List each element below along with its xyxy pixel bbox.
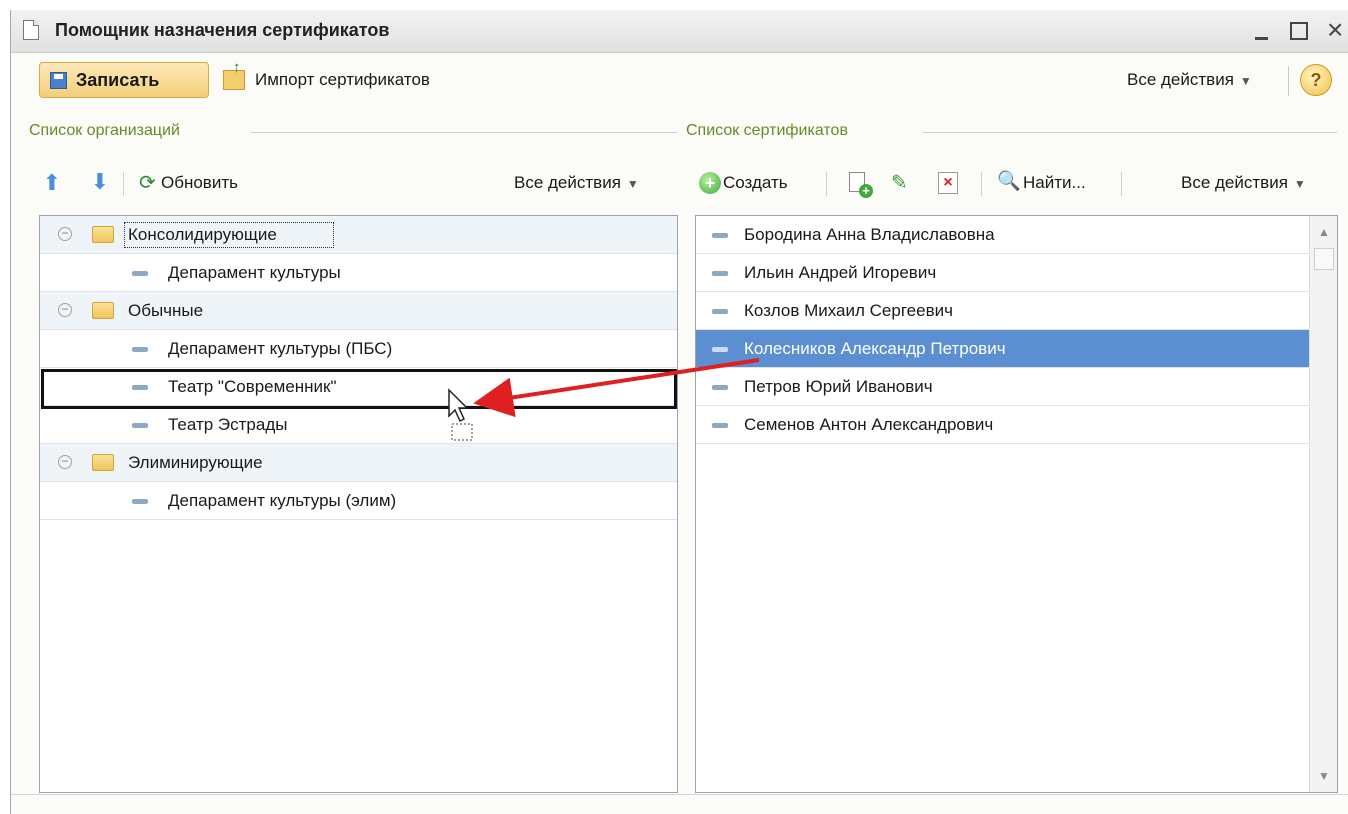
red-arrow bbox=[473, 358, 760, 418]
drag-cursor-icon bbox=[448, 388, 473, 441]
drag-annotation bbox=[448, 358, 760, 441]
bottom-divider bbox=[11, 794, 1348, 795]
assistant-window: Помощник назначения сертификатов × Запис… bbox=[10, 10, 1348, 814]
